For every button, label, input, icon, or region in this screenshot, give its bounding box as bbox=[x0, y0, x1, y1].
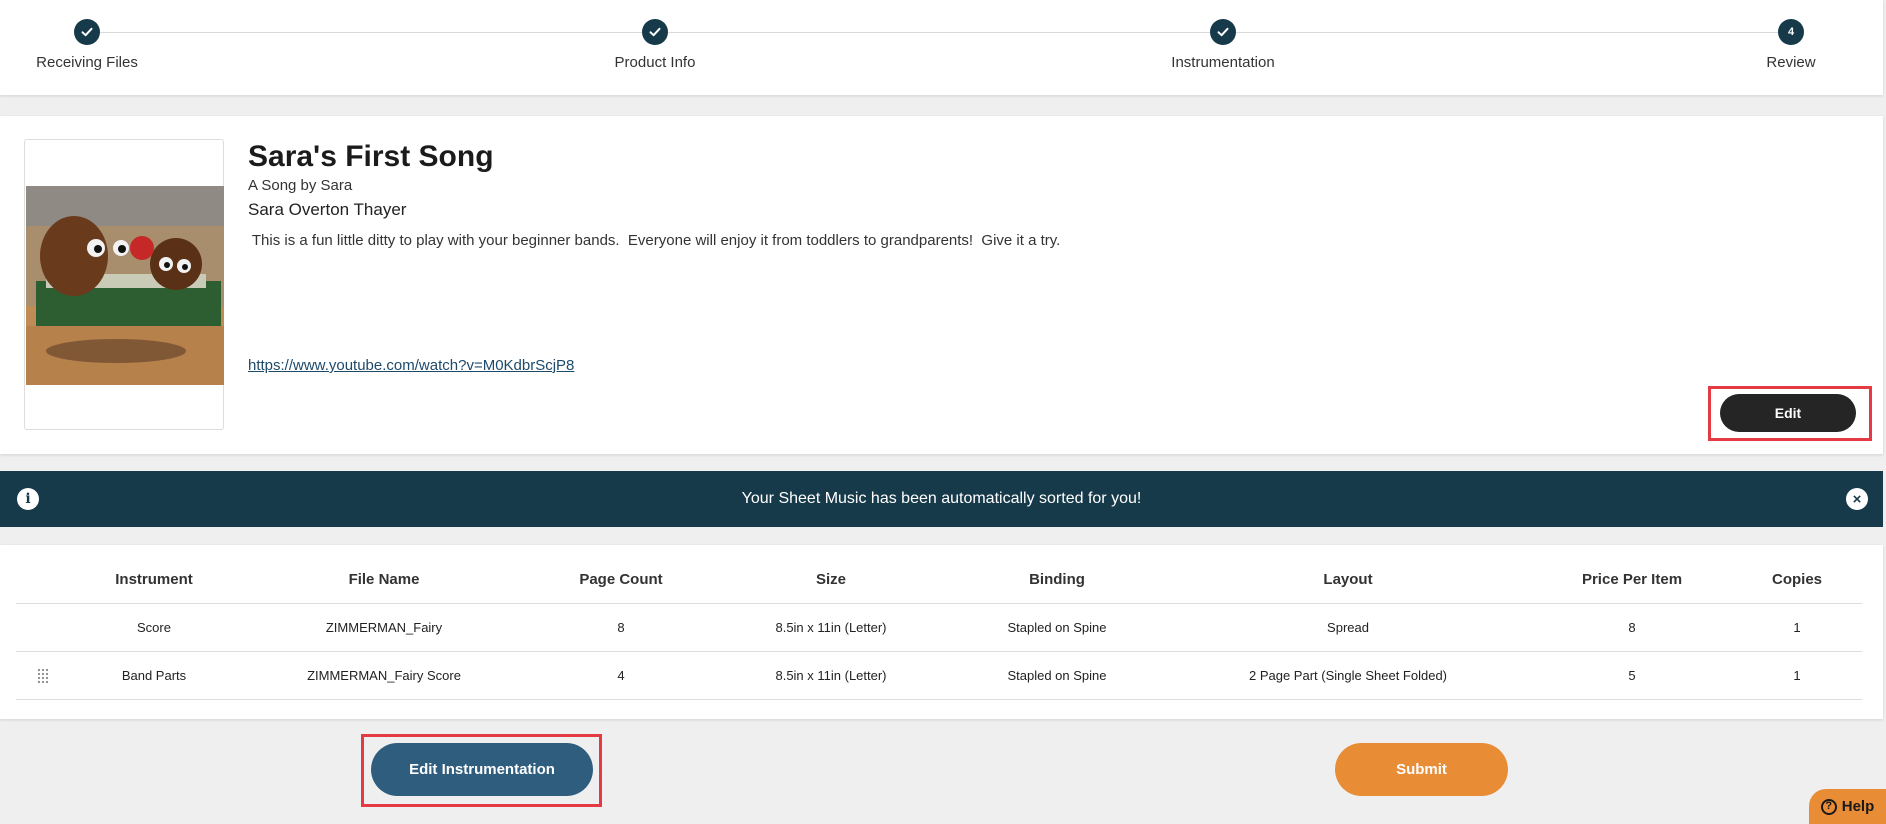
header-instrument: Instrument bbox=[115, 571, 193, 588]
help-label: Help bbox=[1841, 798, 1875, 815]
cell-copies: 1 bbox=[1793, 668, 1801, 683]
info-icon: i bbox=[17, 488, 39, 510]
stepper-line bbox=[87, 32, 1790, 33]
header-price-per-item: Price Per Item bbox=[1581, 571, 1683, 588]
banner-message: Your Sheet Music has been automatically … bbox=[741, 490, 1142, 507]
step-complete-check-icon bbox=[1210, 19, 1236, 45]
header-layout: Layout bbox=[1323, 571, 1373, 588]
cell-file-name: ZIMMERMAN_Fairy Score bbox=[307, 668, 461, 683]
step-instrumentation[interactable]: Instrumentation bbox=[1133, 19, 1313, 71]
cell-size: 8.5in x 11in (Letter) bbox=[775, 620, 887, 635]
header-page-count: Page Count bbox=[579, 571, 663, 588]
product-cover-image bbox=[26, 186, 224, 385]
header-size: Size bbox=[815, 571, 847, 588]
product-title: Sara's First Song bbox=[248, 140, 494, 173]
cell-page-count: 8 bbox=[617, 620, 625, 635]
product-composer: Sara Overton Thayer bbox=[248, 200, 407, 219]
cell-file-name: ZIMMERMAN_Fairy bbox=[325, 620, 443, 635]
submit-button[interactable]: Submit bbox=[1335, 743, 1508, 796]
step-label: Instrumentation bbox=[1171, 54, 1275, 71]
step-label: Review bbox=[1766, 54, 1816, 71]
edit-instrumentation-button[interactable]: Edit Instrumentation bbox=[371, 743, 593, 796]
step-complete-check-icon bbox=[642, 19, 668, 45]
cell-price-per-item: 8 bbox=[1628, 620, 1636, 635]
step-product-info[interactable]: Product Info bbox=[565, 19, 745, 71]
cell-instrument: Band Parts bbox=[121, 668, 187, 683]
help-button[interactable]: ? Help bbox=[1809, 789, 1886, 824]
step-label: Receiving Files bbox=[36, 54, 138, 71]
cell-price-per-item: 5 bbox=[1628, 668, 1636, 683]
product-video-link[interactable]: https://www.youtube.com/watch?v=M0KdbrSc… bbox=[248, 357, 574, 374]
table-row: Band Parts ZIMMERMAN_Fairy Score 4 8.5in… bbox=[16, 652, 1862, 700]
cell-binding: Stapled on Spine bbox=[1007, 668, 1107, 683]
cell-instrument: Score bbox=[137, 620, 171, 635]
product-summary-card: Sara's First Song A Song by Sara Sara Ov… bbox=[0, 116, 1883, 454]
help-question-icon: ? bbox=[1820, 798, 1837, 815]
close-icon[interactable]: × bbox=[1846, 488, 1868, 510]
progress-stepper: Receiving Files Product Info Instrumenta… bbox=[0, 0, 1883, 95]
cell-page-count: 4 bbox=[617, 668, 625, 683]
step-complete-check-icon bbox=[74, 19, 100, 45]
cell-size: 8.5in x 11in (Letter) bbox=[775, 668, 887, 683]
step-review[interactable]: 4 Review bbox=[1701, 19, 1881, 71]
auto-sort-info-banner: i Your Sheet Music has been automaticall… bbox=[0, 471, 1883, 527]
sheet-music-table: Instrument File Name Page Count Size Bin… bbox=[0, 545, 1883, 719]
cell-layout: Spread bbox=[1327, 620, 1369, 635]
cell-layout: 2 Page Part (Single Sheet Folded) bbox=[1248, 668, 1448, 683]
step-label: Product Info bbox=[614, 54, 696, 71]
table-row: Score ZIMMERMAN_Fairy 8 8.5in x 11in (Le… bbox=[16, 604, 1862, 652]
step-number-badge: 4 bbox=[1778, 19, 1804, 45]
step-receiving-files[interactable]: Receiving Files bbox=[0, 19, 177, 71]
drag-handle-icon[interactable] bbox=[37, 668, 49, 684]
cell-copies: 1 bbox=[1793, 620, 1801, 635]
cell-binding: Stapled on Spine bbox=[1007, 620, 1107, 635]
table-header-row: Instrument File Name Page Count Size Bin… bbox=[16, 556, 1862, 604]
header-copies: Copies bbox=[1771, 571, 1823, 588]
product-thumbnail bbox=[24, 139, 224, 430]
product-description: This is a fun little ditty to play with … bbox=[248, 232, 1061, 249]
header-binding: Binding bbox=[1029, 571, 1085, 588]
edit-product-button[interactable]: Edit bbox=[1720, 394, 1856, 432]
product-subtitle: A Song by Sara bbox=[248, 177, 353, 194]
header-file-name: File Name bbox=[348, 571, 420, 588]
